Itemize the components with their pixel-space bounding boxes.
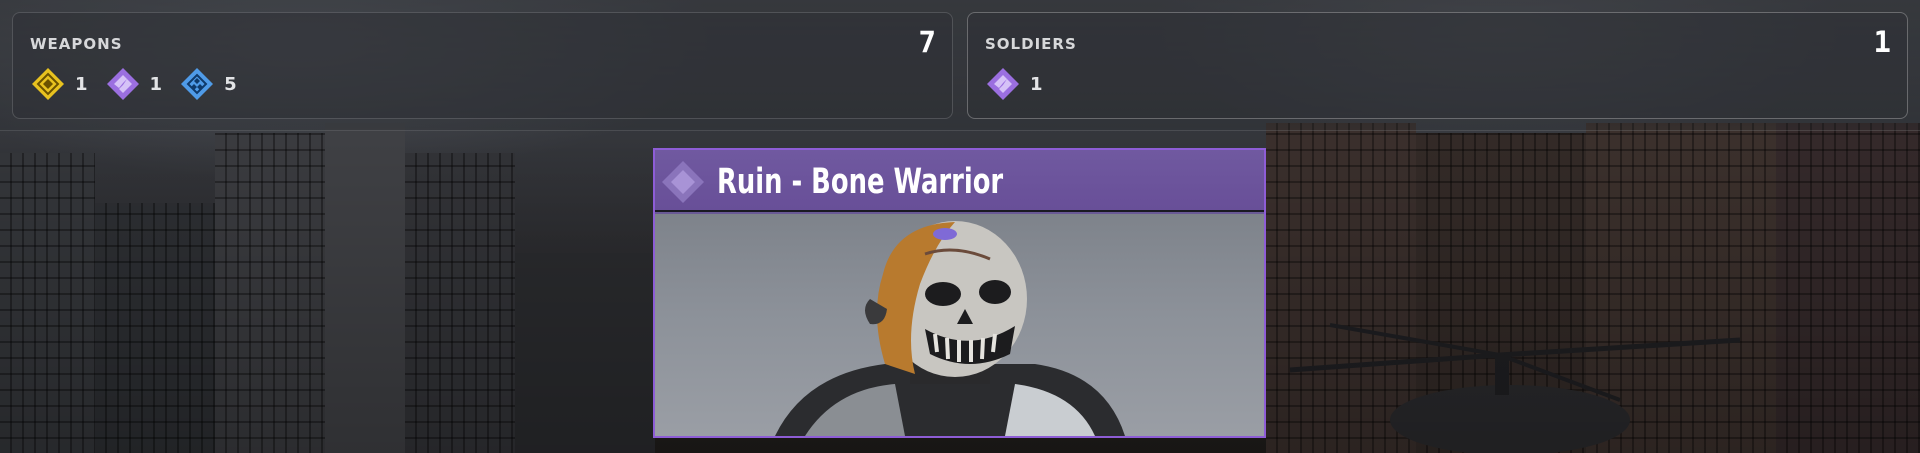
epic-rarity-icon [987, 68, 1019, 100]
epic-rarity-icon [662, 161, 704, 203]
weapons-rare-count: 5 [179, 66, 237, 102]
weapons-total: 7 [918, 25, 936, 59]
weapons-epic-count: 1 [105, 66, 162, 102]
weapons-legendary-count: 1 [30, 66, 88, 102]
soldiers-total: 1 [1873, 25, 1891, 59]
weapons-title: WEAPONS [30, 35, 123, 53]
soldiers-title: SOLDIERS [985, 35, 1077, 53]
reward-card-header: Ruin - Bone Warrior [655, 150, 1264, 212]
epic-rarity-icon [106, 68, 139, 100]
top-summary-bar: WEAPONS 7 1 1 5 SOLDIERS 1 1 [0, 0, 1920, 131]
soldiers-panel: SOLDIERS 1 1 [967, 12, 1908, 119]
rare-rarity-icon [181, 68, 214, 100]
reward-item-image [655, 214, 1264, 436]
legendary-rarity-icon [32, 68, 64, 100]
reward-card[interactable]: Ruin - Bone Warrior [653, 148, 1266, 438]
weapons-rarity-breakdown: 1 1 5 [30, 66, 254, 102]
soldiers-rarity-breakdown: 1 [985, 66, 1060, 102]
reward-item-name: Ruin - Bone Warrior [717, 162, 1004, 202]
weapons-panel: WEAPONS 7 1 1 5 [12, 12, 953, 119]
soldiers-epic-count: 1 [985, 66, 1043, 102]
